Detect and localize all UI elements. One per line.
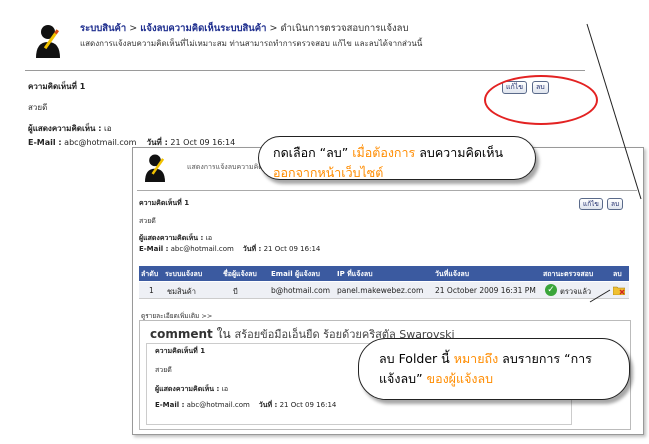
callout-delete-comment: กดเลือก “ลบ” เมื่อต้องการ ลบความคิดเห็น … [258, 136, 536, 180]
callout-text: กดเลือก “ลบ” [273, 145, 353, 160]
leader-line [586, 23, 642, 200]
callout-highlight: หมายถึง [453, 351, 499, 366]
callout-highlight: ออกจากหน้าเว็บไซต์ [273, 165, 384, 180]
callout-highlight: เมื่อต้องการ [352, 145, 416, 160]
callout-text: ลบความคิดเห็น [415, 145, 503, 160]
callout-text: ลบ Folder นี้ [379, 351, 454, 366]
callout-highlight: ของผู้แจ้งลบ [426, 371, 494, 386]
callout-delete-folder: ลบ Folder นี้ หมายถึง ลบรายการ “การแจ้งล… [358, 338, 630, 400]
leader-line [589, 289, 611, 303]
